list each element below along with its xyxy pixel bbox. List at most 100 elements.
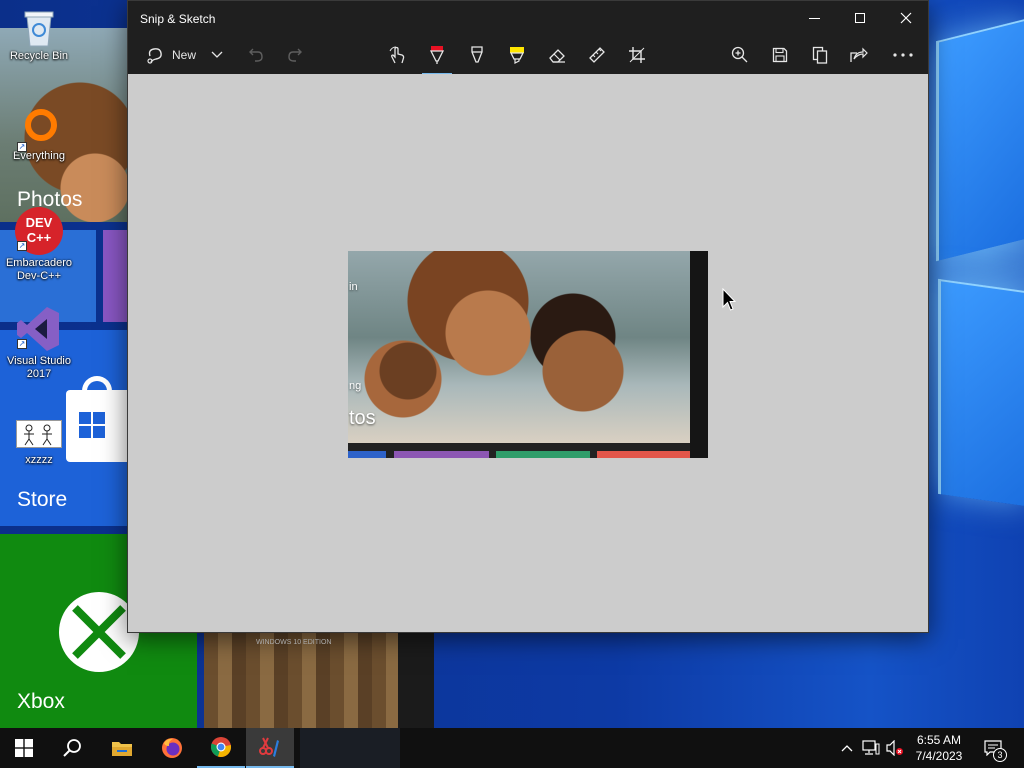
minimize-button[interactable] [791,1,837,35]
search-icon [63,739,81,757]
ballpoint-pen-icon [429,46,445,64]
save-button[interactable] [766,38,794,72]
desktop-icon-everything[interactable]: ↗ Everything [1,108,77,163]
desktop-icon-devcpp[interactable]: DEV C++ ↗ Embarcadero Dev-C++ [1,207,77,283]
snip-partial-text: in [349,281,358,293]
shortcut-arrow-icon: ↗ [17,241,27,251]
snip-tile-label: tos [349,407,376,429]
redo-button[interactable] [281,38,309,72]
minecraft-tile[interactable]: WINDOWS 10 EDITION [204,633,398,728]
taskbar-chrome[interactable] [197,728,245,768]
new-snip-button[interactable]: New [140,38,202,72]
crop-icon [629,47,645,63]
start-button[interactable] [0,728,48,768]
touch-writing-button[interactable] [383,38,411,72]
maximize-button[interactable] [837,1,883,35]
xbox-tile-label: Xbox [17,690,65,713]
desktop-icon-label: Visual Studio 2017 [6,355,71,380]
desktop-icon-label: Recycle Bin [9,50,69,62]
copy-icon [812,46,828,64]
highlighter-button[interactable] [503,38,531,72]
snip-tile-strip [348,451,386,458]
copy-button[interactable] [806,38,834,72]
save-icon [772,47,788,63]
more-icon [893,53,913,57]
ruler-button[interactable] [583,38,611,72]
canvas-area[interactable]: in ng tos [128,74,928,632]
search-button[interactable] [48,728,96,768]
clock-date: 7/4/2023 [915,749,963,763]
store-tile-label: Store [17,488,68,511]
clock-time: 6:55 AM [916,733,962,747]
minecraft-tile-caption: WINDOWS 10 EDITION [256,639,332,646]
notification-count-badge: 3 [993,748,1007,762]
desktop-icon-label: xzzzz [25,454,53,466]
desktop-icon-recycle-bin[interactable]: Recycle Bin [1,8,77,63]
zoom-icon [731,46,748,63]
eraser-button[interactable] [543,38,571,72]
undo-button[interactable] [242,38,270,72]
firefox-icon [162,738,182,758]
taskbar-snip-sketch[interactable] [246,728,294,768]
volume-muted-icon [886,740,903,756]
redo-icon [288,48,302,62]
volume-button[interactable] [886,738,904,758]
touch-writing-icon [389,46,405,64]
pencil-button[interactable] [463,38,491,72]
network-icon [862,740,880,755]
wallpaper-logo-pane-bottom [938,278,1024,507]
snip-tile-strip [597,451,690,458]
desktop-icon-visual-studio[interactable]: ↗ Visual Studio 2017 [1,305,77,381]
highlighter-icon [509,47,525,64]
more-options-button[interactable] [889,38,917,72]
devcpp-badge-text: DEV C++ [25,215,53,245]
snip-tile-strip [496,451,590,458]
eraser-icon [549,49,565,63]
taskbar-firefox[interactable] [148,728,196,768]
taskbar-blank-slot [300,728,400,768]
window-title: Snip & Sketch [140,12,216,26]
crop-button[interactable] [623,38,651,72]
chrome-icon [210,737,231,757]
system-clock[interactable]: 6:55 AM 7/4/2023 [908,732,970,764]
shortcut-arrow-icon: ↗ [17,339,27,349]
desktop-icon-xzzzz[interactable]: xzzzz [1,420,77,467]
recycle-bin-icon [22,8,56,48]
taskbar-file-explorer[interactable] [98,728,146,768]
file-explorer-icon [112,742,132,756]
captured-snip-image[interactable]: in ng tos [348,251,708,458]
snip-photo-content [348,251,690,443]
network-button[interactable] [862,738,880,758]
image-file-icon [16,420,62,448]
close-icon [900,12,912,24]
chevron-up-icon [841,745,853,752]
snip-partial-text: ng [349,380,362,392]
new-snip-icon [147,48,162,64]
undo-icon [249,48,263,62]
share-button[interactable] [845,38,873,72]
mouse-cursor-icon [722,288,736,311]
close-button[interactable] [883,1,929,35]
wallpaper-logo-pane-top [936,18,1024,262]
small-tile-purple[interactable] [103,230,127,322]
shortcut-arrow-icon: ↗ [17,142,27,152]
new-snip-dropdown[interactable] [206,38,228,72]
snip-sketch-icon [259,737,279,757]
maximize-icon [855,13,865,23]
ballpoint-pen-button[interactable] [422,38,452,76]
windows-logo-icon [15,739,33,757]
desktop-icon-label: Embarcadero Dev-C++ [5,257,73,282]
toolbar: New [128,35,928,76]
pencil-icon [471,46,483,63]
zoom-button[interactable] [726,38,754,72]
dark-tile [398,633,434,728]
snip-dark-edge [690,251,708,458]
chevron-down-icon [211,51,223,58]
taskbar: 6:55 AM 7/4/2023 3 [0,728,1024,768]
minimize-icon [808,17,820,19]
title-bar[interactable]: Snip & Sketch [128,1,928,35]
new-label: New [171,48,196,62]
share-icon [850,47,868,62]
ruler-icon [589,47,605,63]
show-hidden-icons-button[interactable] [838,738,856,758]
